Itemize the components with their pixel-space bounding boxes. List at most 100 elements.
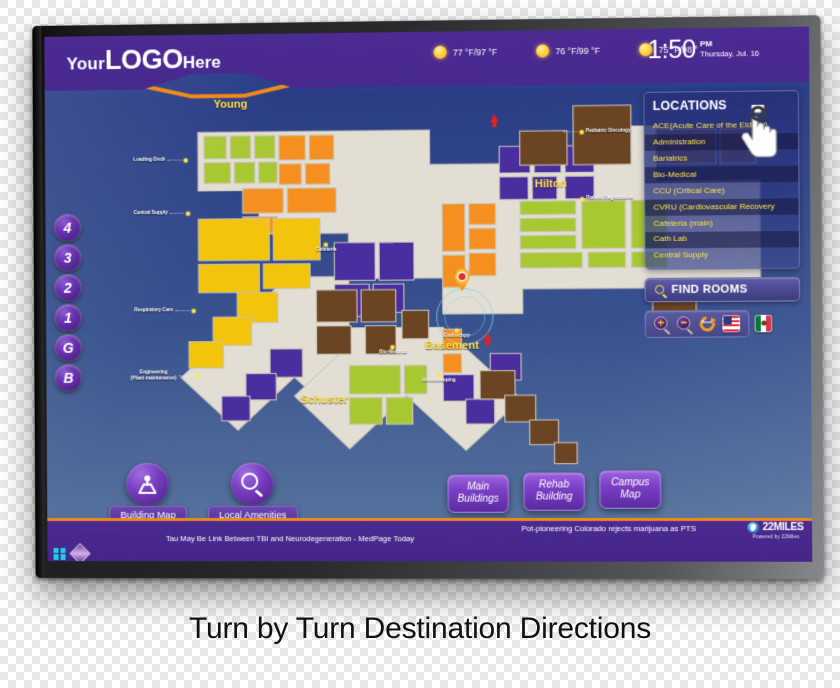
poi-dot-icon bbox=[323, 242, 329, 247]
sun-icon bbox=[536, 44, 549, 57]
poi-dot-icon bbox=[390, 345, 396, 350]
poi-dot-icon bbox=[454, 328, 459, 333]
poi-label: Bio-Medical bbox=[379, 350, 407, 356]
map-controls-row: Reset bbox=[644, 309, 801, 338]
brand-mark-icon bbox=[747, 521, 760, 534]
location-item[interactable]: CVRU (Cardiovascular Recovery bbox=[645, 198, 799, 216]
poi-leader-line bbox=[167, 159, 182, 162]
rehab-building-label: Rehab Building bbox=[535, 478, 573, 503]
zoom-out-icon[interactable] bbox=[676, 316, 694, 335]
map-poi[interactable]: Endoscopy bbox=[443, 328, 470, 340]
campus-map-button[interactable]: Campus Map bbox=[599, 470, 662, 509]
brand-logo: 22MILES Powered by 22Miles bbox=[747, 521, 804, 539]
locations-panel: LOCATIONS ACE(Acute Care of the Elderly)… bbox=[643, 90, 801, 338]
magnifier-icon bbox=[231, 462, 274, 505]
poi-dot-icon bbox=[194, 374, 199, 379]
map-poi[interactable]: Respiratory Care bbox=[134, 308, 196, 314]
zoom-in-icon[interactable] bbox=[654, 316, 671, 335]
map-poi[interactable]: Central Supply bbox=[134, 211, 190, 217]
reset-icon[interactable]: Reset bbox=[696, 313, 719, 335]
poi-label: Central Supply bbox=[133, 210, 168, 217]
campus-map-label: Campus Map bbox=[611, 476, 650, 501]
location-item[interactable]: ACE(Acute Care of the Elderly) bbox=[645, 117, 799, 135]
poi-label: Respiratory Care bbox=[134, 308, 174, 314]
search-icon bbox=[654, 285, 665, 295]
find-rooms-button[interactable]: FIND ROOMS bbox=[644, 276, 801, 303]
location-item[interactable]: Administration bbox=[644, 132, 799, 151]
ticker-headline[interactable]: Tau May Be Link Between TBI and Neurodeg… bbox=[166, 534, 414, 543]
map-poi[interactable]: Patient Registration bbox=[563, 195, 633, 203]
floor-button-b[interactable]: B bbox=[55, 364, 82, 391]
poi-leader-line bbox=[563, 131, 578, 133]
poi-dot-icon bbox=[436, 373, 442, 378]
map-poi[interactable]: Pediatric Oncology bbox=[563, 129, 631, 136]
flag-us-icon[interactable] bbox=[722, 314, 741, 333]
logo-post: Here bbox=[182, 52, 221, 73]
poi-label: Endoscopy bbox=[443, 333, 470, 339]
weather-item: 77 °F/97 °F bbox=[433, 45, 497, 59]
poi-dot-icon bbox=[191, 308, 196, 314]
location-item[interactable]: CCU (Critical Care) bbox=[645, 182, 799, 200]
poi-leader-line bbox=[563, 198, 578, 200]
direction-arrow-icon bbox=[490, 113, 499, 123]
poi-dot-icon bbox=[185, 211, 190, 216]
location-item[interactable]: Cafeteria (main) bbox=[645, 215, 799, 233]
poi-label: Loading Dock bbox=[133, 157, 166, 164]
windows-logo-icon[interactable] bbox=[53, 547, 66, 560]
direction-arrow-icon bbox=[483, 332, 492, 341]
map-pin-glyph bbox=[136, 475, 160, 496]
poi-leader-line bbox=[169, 213, 184, 215]
logo-pre: Your bbox=[66, 54, 105, 74]
locations-title: LOCATIONS bbox=[652, 98, 727, 114]
kiosk-monitor: Young Hilton Basement Schuster Loading D… bbox=[32, 15, 824, 580]
location-item[interactable]: Bio-Medical bbox=[644, 165, 799, 184]
ticker-headline[interactable]: Pot-pioneering Colorado rejects marijuan… bbox=[521, 523, 696, 532]
poi-leader-line bbox=[175, 310, 190, 312]
news-ticker-bar: Tau May Be Link Between TBI and Neurodeg… bbox=[47, 515, 813, 562]
flag-mx-icon[interactable] bbox=[754, 314, 773, 333]
kiosk-header: YourLOGOHere 77 °F/97 °F 76 °F/99 °F 75 … bbox=[44, 27, 809, 91]
poi-label: Patient Registration bbox=[586, 195, 633, 202]
location-item[interactable]: Cath Lab bbox=[645, 230, 799, 249]
clock-meta: PM Thursday, Jul. 16 bbox=[700, 36, 759, 58]
floor-button-2[interactable]: 2 bbox=[54, 274, 82, 301]
clock-time: 1:50 bbox=[647, 35, 696, 65]
os-taskbar bbox=[47, 542, 812, 562]
poi-label: Pediatric Oncology bbox=[585, 128, 631, 135]
main-buildings-button[interactable]: Main Buildings bbox=[447, 474, 510, 513]
logo[interactable]: YourLOGOHere bbox=[66, 44, 221, 77]
weather-item: 76 °F/99 °F bbox=[536, 44, 600, 58]
floor-button-3[interactable]: 3 bbox=[54, 244, 81, 271]
poi-label: Cafeteria bbox=[315, 247, 337, 253]
poi-label: Housekeeping bbox=[422, 378, 456, 384]
map-pin-icon bbox=[126, 462, 170, 505]
map-building-label: Basement bbox=[425, 339, 479, 353]
location-item[interactable]: Bariatrics bbox=[645, 149, 799, 167]
find-rooms-label: FIND ROOMS bbox=[671, 283, 748, 296]
floor-button-1[interactable]: 1 bbox=[55, 304, 82, 331]
map-poi[interactable]: Loading Dock bbox=[133, 157, 188, 164]
map-poi[interactable]: Bio-Medical bbox=[379, 345, 407, 356]
poi-leader-line bbox=[178, 375, 193, 377]
map-building-label: Young bbox=[213, 98, 248, 111]
poi-label: Engineering (Plant maintenance) bbox=[130, 370, 177, 382]
locations-list[interactable]: LOCATIONS ACE(Acute Care of the Elderly)… bbox=[643, 90, 801, 270]
main-buildings-label: Main Buildings bbox=[457, 480, 500, 505]
floor-button-4[interactable]: 4 bbox=[54, 214, 81, 241]
location-item[interactable]: Central Supply bbox=[645, 247, 799, 264]
map-poi[interactable]: Engineering (Plant maintenance) bbox=[131, 370, 199, 382]
kiosk-screen: Young Hilton Basement Schuster Loading D… bbox=[44, 26, 813, 562]
page-caption: Turn by Turn Destination Directions bbox=[188, 612, 652, 645]
map-poi[interactable]: Housekeeping bbox=[422, 373, 456, 384]
rehab-building-button[interactable]: Rehab Building bbox=[523, 472, 586, 511]
floor-button-g[interactable]: G bbox=[55, 334, 82, 361]
poi-dot-icon bbox=[580, 197, 585, 202]
diamond-app-icon[interactable] bbox=[69, 542, 91, 562]
sun-icon bbox=[433, 46, 446, 59]
clock: 1:50 PM Thursday, Jul. 16 bbox=[647, 36, 759, 63]
map-building-label: Hilton bbox=[534, 178, 567, 191]
map-building-label: Schuster bbox=[300, 393, 349, 407]
floor-selector[interactable]: 4 3 2 1 G B bbox=[54, 214, 82, 391]
map-poi[interactable]: Cafeteria bbox=[315, 242, 337, 254]
poi-dot-icon bbox=[579, 130, 584, 135]
